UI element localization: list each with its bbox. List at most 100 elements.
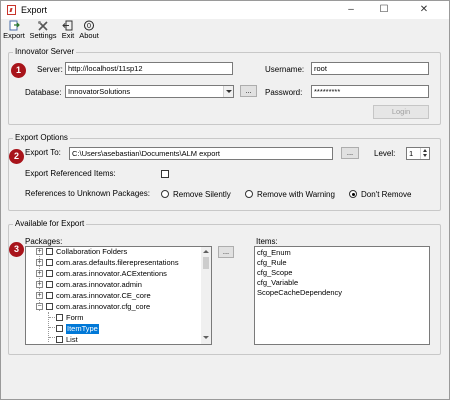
maximize-button[interactable]: ☐ (371, 2, 397, 18)
exit-icon (62, 20, 74, 31)
password-input[interactable]: ********* (311, 85, 429, 98)
settings-toolbar-button[interactable]: Settings (29, 20, 57, 42)
package-checkbox[interactable] (46, 303, 53, 310)
database-select[interactable]: InnovatorSolutions (65, 85, 234, 98)
server-label: Server: (37, 65, 63, 74)
expand-icon[interactable]: + (36, 292, 43, 299)
window-title: Export (21, 5, 48, 15)
export-window: Export – ☐ ✕ Export Settings Exit 0 Abou… (0, 0, 450, 400)
list-item[interactable]: cfg_Rule (257, 258, 287, 268)
remove-with-warning-radio[interactable] (245, 190, 253, 198)
tree-node-acextentions[interactable]: + com.aras.innovator.ACExtentions (26, 269, 201, 279)
remove-silently-radio[interactable] (161, 190, 169, 198)
package-checkbox[interactable] (46, 281, 53, 288)
level-label: Level: (374, 149, 396, 158)
exit-toolbar-button[interactable]: Exit (59, 20, 77, 42)
tree-node-defaults-filerepresentations[interactable]: + com.aras.defaults.filerepresentations (26, 258, 201, 268)
unknown-packages-label: References to Unknown Packages: (25, 189, 150, 198)
tree-node-cfg-core[interactable]: − com.aras.innovator.cfg_core (26, 302, 201, 312)
export-to-input[interactable]: C:\Users\asebastian\Documents\ALM export (69, 147, 333, 160)
step-badge-2: 2 (9, 149, 24, 164)
export-options-title: Export Options (13, 133, 70, 142)
server-input[interactable]: http://localhost/11sp12 (65, 62, 233, 75)
chevron-down-icon[interactable] (223, 86, 233, 97)
tree-node-label: Collaboration Folders (56, 247, 128, 256)
settings-toolbar-label: Settings (29, 31, 57, 40)
login-button[interactable]: Login (373, 105, 429, 119)
toolbar: Export Settings Exit 0 About (1, 19, 449, 43)
scroll-down-icon[interactable] (203, 336, 209, 339)
packages-scrollbar[interactable] (201, 247, 211, 344)
item-checkbox[interactable] (56, 314, 63, 321)
available-for-export-title: Available for Export (13, 219, 87, 228)
tree-node-label: com.aras.innovator.admin (56, 280, 142, 289)
spinner-arrows[interactable] (420, 148, 429, 159)
expand-icon[interactable]: + (36, 270, 43, 277)
spin-up-icon[interactable] (423, 149, 427, 152)
expand-icon[interactable]: + (36, 281, 43, 288)
dont-remove-radio[interactable] (349, 190, 357, 198)
tree-node-itemtype[interactable]: ItemType (26, 324, 201, 334)
database-label: Database: (25, 88, 62, 97)
tree-node-list[interactable]: List (26, 335, 201, 344)
about-icon: 0 (83, 20, 95, 31)
items-list[interactable]: cfg_Enum cfg_Rule cfg_Scope cfg_Variable… (254, 246, 430, 345)
item-checkbox[interactable] (56, 325, 63, 332)
scrollbar-thumb[interactable] (203, 257, 209, 269)
export-to-browse-button[interactable]: ... (341, 147, 359, 159)
expand-icon[interactable]: + (36, 248, 43, 255)
database-browse-button[interactable]: ... (240, 85, 257, 97)
level-spinner[interactable]: 1 (406, 147, 430, 160)
step-badge-1: 1 (11, 63, 26, 78)
level-value: 1 (409, 149, 414, 158)
export-referenced-checkbox[interactable] (161, 170, 169, 178)
remove-silently-label: Remove Silently (173, 190, 231, 199)
tree-node-label: com.aras.innovator.ACExtentions (56, 269, 167, 278)
about-toolbar-label: About (79, 31, 99, 40)
about-toolbar-button[interactable]: 0 About (79, 20, 99, 42)
dont-remove-label: Don't Remove (361, 190, 412, 199)
exit-toolbar-label: Exit (61, 31, 75, 40)
export-icon (8, 20, 20, 31)
remove-with-warning-label: Remove with Warning (257, 190, 335, 199)
username-label: Username: (265, 65, 305, 74)
scroll-up-icon[interactable] (203, 250, 209, 253)
aras-app-icon (7, 5, 16, 15)
tree-node-collaboration-folders[interactable]: + Collaboration Folders (26, 247, 201, 257)
tree-node-admin[interactable]: + com.aras.innovator.admin (26, 280, 201, 290)
innovator-server-title: Innovator Server (13, 47, 77, 56)
list-item[interactable]: cfg_Enum (257, 248, 291, 258)
export-toolbar-label: Export (3, 31, 25, 40)
list-item[interactable]: cfg_Variable (257, 278, 298, 288)
item-checkbox[interactable] (56, 336, 63, 343)
settings-icon (37, 20, 49, 31)
title-bar: Export – ☐ ✕ (1, 1, 449, 19)
spin-down-icon[interactable] (423, 154, 427, 157)
packages-tree[interactable]: + Collaboration Folders + com.aras.defau… (25, 246, 212, 345)
username-input[interactable]: root (311, 62, 429, 75)
tree-node-form[interactable]: Form (26, 313, 201, 323)
package-checkbox[interactable] (46, 270, 53, 277)
password-label: Password: (265, 88, 303, 97)
database-selected-value: InnovatorSolutions (68, 87, 131, 96)
export-toolbar-button[interactable]: Export (3, 20, 25, 42)
minimize-button[interactable]: – (338, 2, 364, 18)
tree-node-label: Form (66, 313, 84, 322)
collapse-icon[interactable]: − (36, 303, 43, 310)
packages-label: Packages: (25, 237, 63, 246)
tree-node-label: List (66, 335, 78, 344)
tree-node-ce-core[interactable]: + com.aras.innovator.CE_core (26, 291, 201, 301)
close-button[interactable]: ✕ (411, 2, 437, 18)
expand-icon[interactable]: + (36, 259, 43, 266)
package-checkbox[interactable] (46, 259, 53, 266)
items-label: Items: (256, 237, 278, 246)
list-item[interactable]: cfg_Scope (257, 268, 292, 278)
move-to-items-button[interactable]: ... (218, 246, 234, 258)
tree-node-label: ItemType (66, 324, 99, 334)
tree-node-label: com.aras.innovator.CE_core (56, 291, 151, 300)
export-referenced-label: Export Referenced Items: (25, 169, 116, 178)
tree-node-label: com.aras.innovator.cfg_core (56, 302, 151, 311)
list-item[interactable]: ScopeCacheDependency (257, 288, 342, 298)
package-checkbox[interactable] (46, 248, 53, 255)
package-checkbox[interactable] (46, 292, 53, 299)
